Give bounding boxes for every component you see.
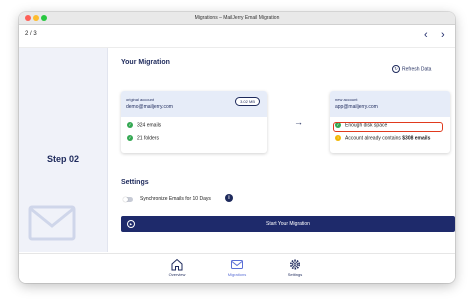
gear-icon	[290, 259, 300, 270]
stat-folders: ✓ 21 folders	[127, 135, 159, 141]
check-icon: ✓	[127, 135, 133, 141]
source-account-card: original account demo@mailjerry.com 3.02…	[121, 91, 267, 153]
source-email: demo@mailjerry.com	[126, 104, 173, 110]
refresh-data-button[interactable]: ↻ Refresh Data	[392, 65, 431, 73]
sync-toggle[interactable]	[123, 197, 133, 202]
start-migration-button[interactable]: ▶ Start Your Migration	[121, 216, 455, 232]
settings-heading: Settings	[121, 179, 149, 186]
warning-prefix: Account already contains	[345, 135, 403, 142]
tab-overview-label: Overview	[168, 272, 186, 277]
forward-button[interactable]: ›	[441, 28, 445, 42]
warning-icon: !	[335, 135, 341, 141]
target-label: new account	[335, 97, 358, 102]
arrow-right-icon: →	[294, 117, 303, 127]
envelope-illustration-icon	[28, 205, 76, 241]
check-icon: ✓	[127, 122, 133, 128]
target-account-card: new account app@mailjerry.com ✓ Enough di…	[330, 91, 450, 153]
stat-emails: ✓ 324 emails	[127, 122, 161, 128]
tab-settings-label: Settings	[287, 272, 303, 277]
toolbar: 2 / 3 ‹ ›	[19, 25, 455, 48]
size-badge: 3.02 MB	[235, 97, 260, 106]
info-icon[interactable]: i	[225, 194, 233, 202]
title-bar: Migrations – MailJerry Email Migration	[19, 12, 455, 25]
tab-migrations[interactable]: Migrations	[217, 258, 257, 277]
source-card-header: original account demo@mailjerry.com 3.02…	[121, 91, 267, 117]
refresh-icon: ↻	[392, 65, 400, 73]
tab-overview[interactable]: Overview	[157, 258, 197, 277]
tab-settings[interactable]: Settings	[275, 258, 315, 277]
mail-icon	[231, 260, 243, 269]
tab-bar: Overview Migrations Settings	[19, 253, 455, 283]
sync-label: Synchronize Emails for 10 Days	[140, 196, 211, 202]
target-email: app@mailjerry.com	[335, 104, 378, 110]
toggle-knob	[123, 197, 128, 202]
source-label: original account	[126, 97, 155, 102]
start-migration-label: Start Your Migration	[266, 221, 310, 227]
warning-highlight	[333, 122, 443, 132]
warning-count: $308 emails	[402, 135, 431, 142]
tab-migrations-label: Migrations	[227, 272, 247, 277]
home-icon	[171, 258, 183, 271]
stat-folders-label: 21 folders	[137, 135, 159, 142]
stat-emails-label: 324 emails	[137, 122, 162, 129]
target-card-header: new account app@mailjerry.com	[330, 91, 450, 117]
refresh-label: Refresh Data	[402, 66, 432, 73]
migration-heading: Your Migration	[121, 59, 170, 66]
existing-emails-warning: ! Account already contains $308 emails	[335, 135, 430, 141]
app-window: Migrations – MailJerry Email Migration 2…	[19, 12, 455, 283]
step-title: Step 02	[46, 154, 79, 164]
main-content: Your Migration ↻ Refresh Data original ac…	[108, 48, 455, 252]
back-button[interactable]: ‹	[424, 28, 428, 42]
step-sidebar: Step 02	[19, 48, 108, 252]
step-pager: 2 / 3	[25, 31, 37, 37]
window-title: Migrations – MailJerry Email Migration	[194, 15, 280, 21]
